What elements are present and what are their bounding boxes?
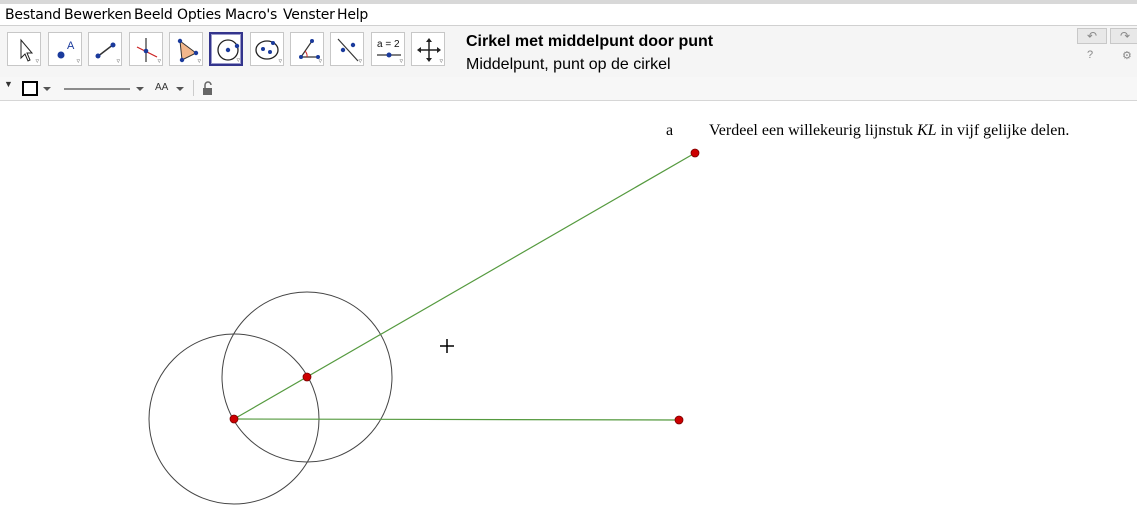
undo-icon: ↶ [1086, 29, 1098, 43]
graphics-view[interactable]: a Verdeel een willekeurig lijnstuk KL in… [0, 101, 1137, 526]
circle-center-point-tool[interactable]: ▿ [209, 32, 243, 66]
construction-drawing [148, 148, 700, 505]
menu-bewerken[interactable]: Bewerken [64, 7, 132, 23]
menu-venster[interactable]: Venster [283, 7, 335, 23]
label-style-dropdown-icon[interactable] [174, 81, 188, 97]
menu-beeld[interactable]: Beeld [134, 7, 173, 23]
stylebar-toggle-icon[interactable]: ▼ [4, 79, 13, 89]
settings-icon[interactable]: ⚙ [1122, 49, 1132, 62]
menu-opties[interactable]: Opties [177, 7, 221, 23]
lock-icon[interactable] [200, 80, 216, 97]
perpendicular-tool[interactable]: ▿ [129, 32, 163, 66]
polygon-tool[interactable]: ▿ [169, 32, 203, 66]
toolbar: ▿ A ▿ ▿ ▿ ▿ ▿ ▿ ▿ ▿ a = 2 ▿ ▿ Cirkel met… [0, 25, 1137, 78]
point-tool[interactable]: A ▿ [48, 32, 82, 66]
point-on-segment[interactable] [302, 372, 312, 382]
help-icon[interactable]: ? [1087, 49, 1093, 61]
label-style-label: AA [155, 82, 169, 93]
menu-bestand[interactable]: Bestand [5, 7, 61, 23]
move-view-tool[interactable]: ▿ [411, 32, 445, 66]
redo-icon: ↷ [1119, 29, 1131, 43]
point-lower-end[interactable] [674, 415, 684, 425]
style-bar: ▼ AA [0, 77, 1137, 101]
point-center[interactable] [229, 414, 239, 424]
menu-bar: Bestand Bewerken Beeld Opties Macro's Ve… [0, 4, 1137, 25]
segment-lower[interactable] [233, 418, 680, 421]
label-style-button[interactable]: AA [155, 82, 168, 93]
ellipse-tool[interactable]: ▿ [250, 32, 284, 66]
svg-text:A: A [67, 40, 75, 52]
menu-help[interactable]: Help [337, 7, 368, 23]
redo-button[interactable]: ↷ [1110, 28, 1137, 44]
move-tool[interactable]: ▿ [7, 32, 41, 66]
menu-macros[interactable]: Macro's [225, 7, 277, 23]
active-tool-title: Cirkel met middelpunt door punt [466, 33, 714, 50]
slider-icon-label: a = 2 [377, 39, 400, 50]
slider-tool[interactable]: a = 2 ▿ [371, 32, 405, 66]
crosshair-cursor-icon [440, 339, 454, 353]
line-tool[interactable]: ▿ [88, 32, 122, 66]
angle-tool[interactable]: ▿ [290, 32, 324, 66]
line-style-icon[interactable] [62, 81, 150, 97]
square-style-icon[interactable] [22, 81, 56, 97]
reflect-tool[interactable]: ▿ [330, 32, 364, 66]
stylebar-divider [193, 80, 194, 96]
point-upper-end[interactable] [690, 148, 700, 158]
active-tool-help: Middelpunt, punt op de cirkel [466, 56, 671, 73]
undo-button[interactable]: ↶ [1077, 28, 1107, 44]
